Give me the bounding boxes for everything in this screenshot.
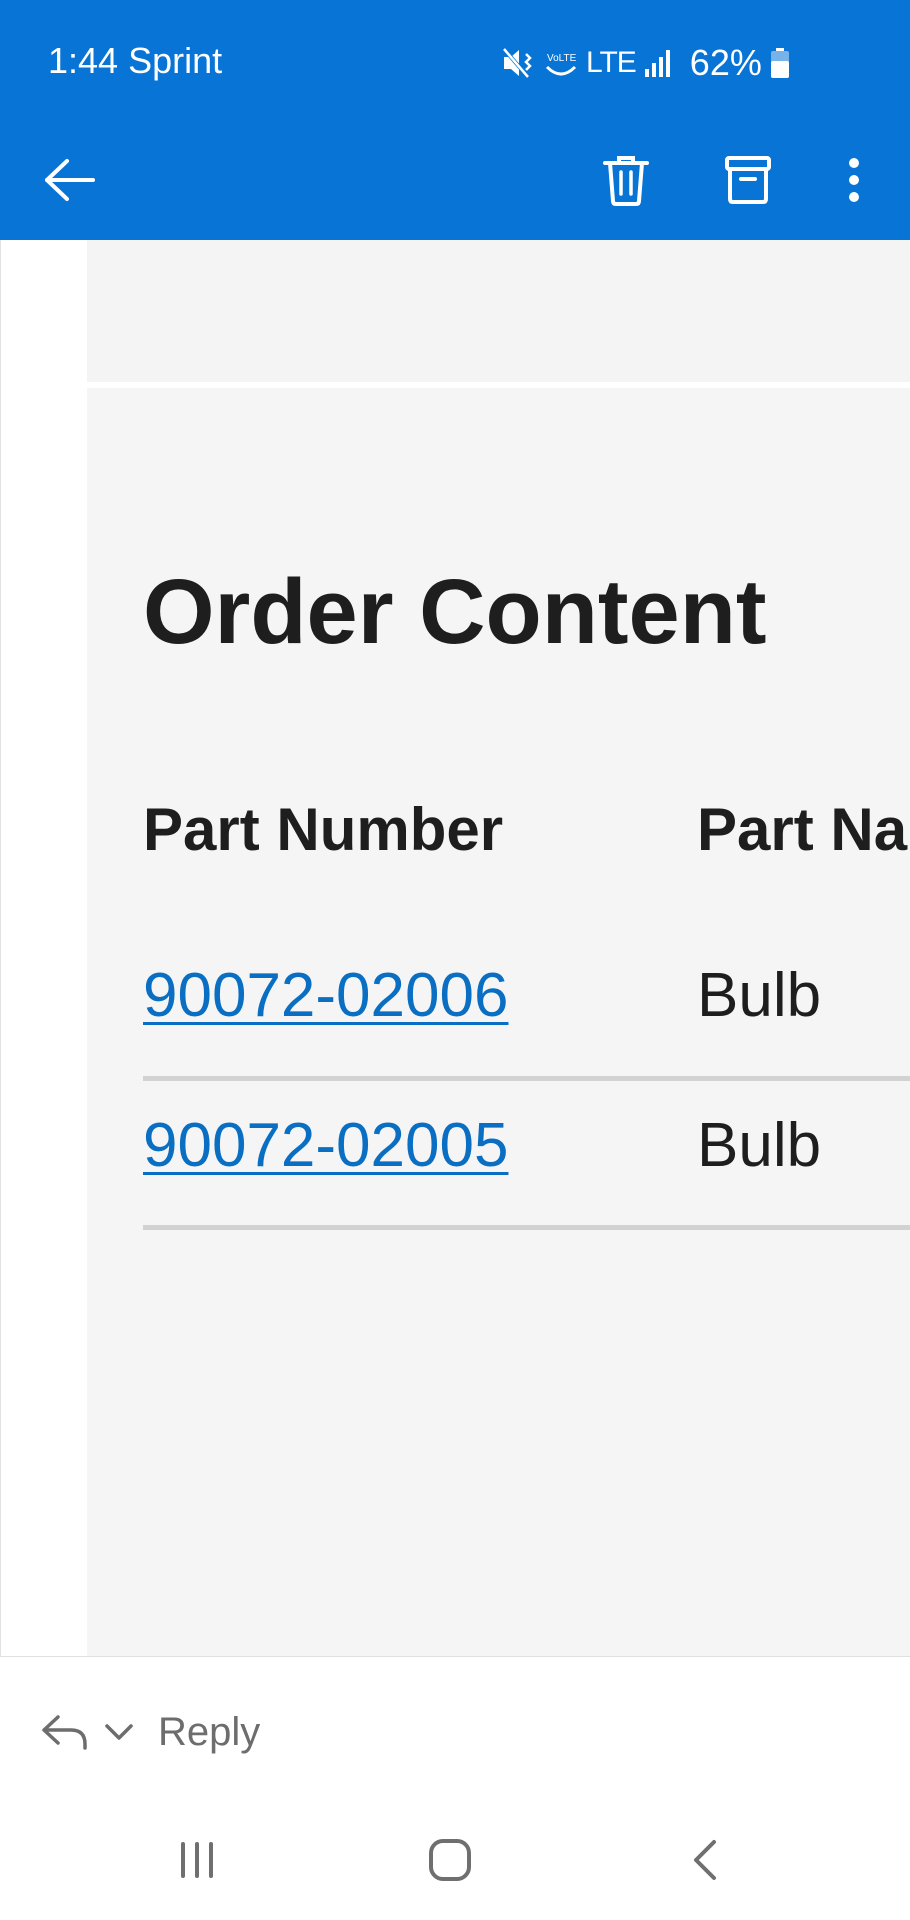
archive-icon bbox=[725, 156, 771, 204]
reply-arrow-icon bbox=[42, 1715, 87, 1750]
delete-button[interactable] bbox=[586, 140, 666, 220]
status-bar: 1:44 Sprint VoLTE LTE 62% bbox=[0, 0, 910, 120]
archive-button[interactable] bbox=[708, 140, 788, 220]
volte-icon: VoLTE bbox=[545, 53, 577, 76]
recent-apps-icon bbox=[181, 1842, 213, 1878]
recent-apps-button[interactable] bbox=[157, 1830, 237, 1890]
trash-icon bbox=[603, 156, 649, 206]
vibrate-mute-icon bbox=[502, 47, 532, 79]
reply-button[interactable]: Reply bbox=[40, 1702, 260, 1762]
email-body[interactable]: Order Content Part Number Part Na 90072-… bbox=[0, 240, 910, 1657]
part-number-link[interactable]: 90072-02006 bbox=[143, 960, 508, 1031]
order-content-heading: Order Content bbox=[143, 561, 767, 663]
network-type-label: LTE bbox=[586, 46, 637, 79]
app-header: 1:44 Sprint VoLTE LTE 62% bbox=[0, 0, 910, 240]
signal-icon bbox=[644, 50, 670, 77]
system-back-button[interactable] bbox=[665, 1830, 745, 1890]
column-header-part-name: Part Na bbox=[697, 796, 908, 863]
part-name-cell: Bulb bbox=[697, 961, 822, 1030]
row-divider bbox=[143, 1225, 910, 1230]
back-button[interactable] bbox=[30, 140, 110, 220]
reply-label: Reply bbox=[158, 1709, 261, 1754]
part-name-cell: Bulb bbox=[697, 1111, 822, 1180]
email-content-panel: Order Content Part Number Part Na 90072-… bbox=[87, 240, 910, 1656]
app-bar bbox=[0, 120, 910, 240]
column-header-part-number: Part Number bbox=[143, 796, 504, 863]
more-options-button[interactable] bbox=[814, 140, 894, 220]
status-time: 1:44 Sprint bbox=[48, 40, 223, 81]
row-divider bbox=[143, 1076, 910, 1081]
email-top-block bbox=[87, 240, 910, 382]
battery-percent: 62% bbox=[689, 42, 762, 83]
chevron-left-icon bbox=[694, 1840, 716, 1880]
battery-icon bbox=[770, 48, 789, 78]
status-icons: VoLTE LTE 62% bbox=[500, 42, 790, 84]
arrow-left-icon bbox=[45, 159, 95, 201]
chevron-down-icon[interactable] bbox=[104, 1722, 134, 1742]
divider bbox=[87, 382, 910, 388]
home-button[interactable] bbox=[410, 1830, 490, 1890]
home-icon bbox=[429, 1839, 471, 1881]
reply-bar: Reply bbox=[0, 1658, 910, 1798]
part-number-link[interactable]: 90072-02005 bbox=[143, 1110, 508, 1181]
system-nav-bar bbox=[0, 1800, 910, 1920]
more-vertical-icon bbox=[849, 158, 859, 202]
